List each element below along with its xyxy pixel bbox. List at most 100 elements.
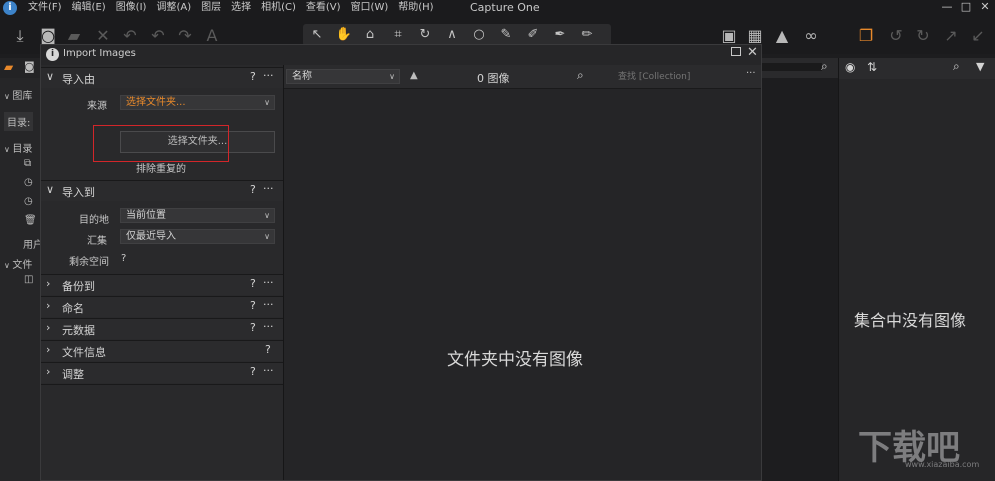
recent-captures-icon[interactable]: ◷ [24, 196, 33, 207]
section-adjustments[interactable]: › 调整 ? ··· [41, 362, 283, 383]
section-import-to[interactable]: ∨ 导入到 ? ··· [41, 180, 283, 201]
more-icon[interactable]: ··· [746, 68, 756, 79]
rotate-icon[interactable]: ↻ [416, 26, 434, 44]
help-icon[interactable]: ? [250, 183, 256, 196]
more-icon[interactable]: ··· [263, 69, 274, 82]
eraser-icon[interactable]: ✐ [524, 26, 542, 44]
browser-toolbar: 名称∨ ▲ 0 图像 ⌕ ⌕▾ ··· [284, 65, 761, 89]
copy-apply-icon[interactable]: ❐ [856, 26, 876, 46]
collection-label: 汇集 [87, 236, 107, 247]
redo-icon[interactable]: ↷ [175, 26, 195, 46]
filter-icon[interactable]: ▼ [976, 60, 984, 73]
section-file-info[interactable]: › 文件信息 ? [41, 340, 283, 361]
exclude-duplicates-checkbox[interactable]: 排除重复的 [136, 160, 186, 175]
left-sidebar: ∨ 图库 目录: ∨ 目录 ⧉ ◷ ◷ 🗑 用户 ∨ 文件 ◫ [0, 78, 43, 481]
all-images-icon[interactable]: ⧉ [24, 158, 31, 169]
space-left-label: 剩余空间 [69, 257, 109, 268]
crop-icon[interactable]: ⌗ [389, 26, 407, 44]
capture-tab-icon[interactable]: ◙ [24, 60, 35, 73]
spot-icon[interactable]: ○ [470, 26, 488, 44]
more-icon[interactable]: ··· [263, 364, 274, 377]
more-icon[interactable]: ··· [263, 298, 274, 311]
share-icon[interactable]: ↗ [941, 26, 961, 46]
select-folder-button[interactable]: 选择文件夹... [120, 131, 275, 153]
help-icon[interactable]: ? [265, 343, 271, 356]
sort-icon[interactable]: ⇅ [867, 60, 877, 74]
source-select[interactable]: 选择文件夹... ∨ [120, 95, 275, 110]
section-title: 导入由 [62, 73, 95, 86]
collection-select[interactable]: 仅最近导入 ∨ [120, 229, 275, 244]
keystone-icon[interactable]: ∧ [443, 26, 461, 44]
brush-icon[interactable]: ✎ [497, 26, 515, 44]
import-browser: 名称∨ ▲ 0 图像 ⌕ ⌕▾ ··· 文件夹中没有图像 [284, 65, 761, 480]
section-import-from[interactable]: ∨ 导入由 ? ··· [41, 67, 283, 88]
sidebar-item-catalog[interactable]: 目录: [4, 112, 34, 131]
sort-direction-icon[interactable]: ▲ [410, 70, 418, 81]
more-icon[interactable]: ··· [263, 182, 274, 195]
import-icon[interactable]: ⤓ [10, 26, 30, 46]
section-naming[interactable]: › 命名 ? ··· [41, 296, 283, 317]
maximize-button[interactable]: □ [956, 0, 976, 15]
menu-camera[interactable]: 相机(C) [261, 0, 306, 16]
dialog-maximize-button[interactable] [731, 47, 741, 56]
section-backup[interactable]: › 备份到 ? ··· [41, 274, 283, 295]
menu-edit[interactable]: 编辑(E) [72, 0, 116, 16]
help-icon[interactable]: ? [250, 277, 256, 290]
undo-all-icon[interactable]: ↶ [148, 26, 168, 46]
sidebar-item-catalog-folder[interactable]: ∨ 目录 [4, 140, 32, 155]
rotate-left-icon[interactable]: ↺ [886, 26, 906, 46]
destination-select[interactable]: 当前位置 ∨ [120, 208, 275, 223]
chevron-down-icon: ∨ [46, 183, 55, 196]
text-icon[interactable]: A [202, 26, 222, 46]
app-logo-icon: i [3, 1, 17, 15]
menu-file[interactable]: 文件(F) [28, 0, 72, 16]
search-icon[interactable]: ⌕ [577, 68, 584, 83]
more-icon[interactable]: ··· [263, 276, 274, 289]
menu-view[interactable]: 查看(V) [306, 0, 351, 16]
minimize-button[interactable]: — [937, 0, 957, 15]
pan-icon[interactable]: ✋ [335, 26, 353, 44]
menu-help[interactable]: 帮助(H) [398, 0, 443, 16]
trash-icon[interactable]: 🗑 [24, 215, 37, 226]
source-label: 来源 [87, 101, 107, 112]
more-icon[interactable]: ··· [263, 320, 274, 333]
right-strip: ⌕ [762, 58, 838, 78]
menu-image[interactable]: 图像(I) [116, 0, 157, 16]
menu-window[interactable]: 窗口(W) [351, 0, 399, 16]
eye-icon[interactable]: ◉ [845, 60, 855, 74]
rotate-right-icon[interactable]: ↻ [913, 26, 933, 46]
menu-adjust[interactable]: 调整(A) [156, 0, 201, 16]
gradient-icon[interactable]: ✒ [551, 26, 569, 44]
sidebar-item-folders[interactable]: ∨ 文件 [4, 256, 32, 271]
delete-icon[interactable]: ✕ [93, 26, 113, 46]
help-icon[interactable]: ? [250, 321, 256, 334]
menu-layer[interactable]: 图层 [201, 0, 231, 16]
book-icon[interactable]: ◫ [24, 274, 33, 285]
chevron-down-icon: ∨ [46, 70, 55, 83]
dialog-close-button[interactable]: ✕ [747, 45, 758, 60]
select-icon[interactable]: ↖ [308, 26, 326, 44]
close-button[interactable]: ✕ [975, 0, 995, 15]
folder-icon[interactable]: ▰ [64, 26, 84, 46]
search-icon[interactable]: ⌕ [953, 59, 960, 74]
menu-select[interactable]: 选择 [231, 0, 261, 16]
loupe-icon[interactable]: ⌂ [361, 26, 379, 44]
search-icon[interactable]: ⌕ [821, 59, 828, 74]
sidebar-item-library[interactable]: ∨ 图库 [4, 87, 32, 102]
filter-input[interactable] [600, 70, 745, 84]
library-tab-icon[interactable]: ▰ [4, 60, 13, 74]
grid-icon[interactable]: ▦ [745, 26, 765, 46]
export-icon[interactable]: ↙ [968, 26, 988, 46]
help-icon[interactable]: ? [250, 70, 256, 83]
section-metadata[interactable]: › 元数据 ? ··· [41, 318, 283, 339]
camera-icon[interactable]: ◙ [38, 26, 58, 46]
sort-select[interactable]: 名称 ∨ [286, 69, 400, 84]
warning-icon[interactable]: ▲ [772, 26, 792, 46]
proof-icon[interactable]: ▣ [719, 26, 739, 46]
recent-imports-icon[interactable]: ◷ [24, 177, 33, 188]
undo-icon[interactable]: ↶ [120, 26, 140, 46]
glasses-icon[interactable]: ∞ [799, 26, 823, 46]
help-icon[interactable]: ? [250, 365, 256, 378]
help-icon[interactable]: ? [250, 299, 256, 312]
picker-icon[interactable]: ✏ [578, 26, 596, 44]
